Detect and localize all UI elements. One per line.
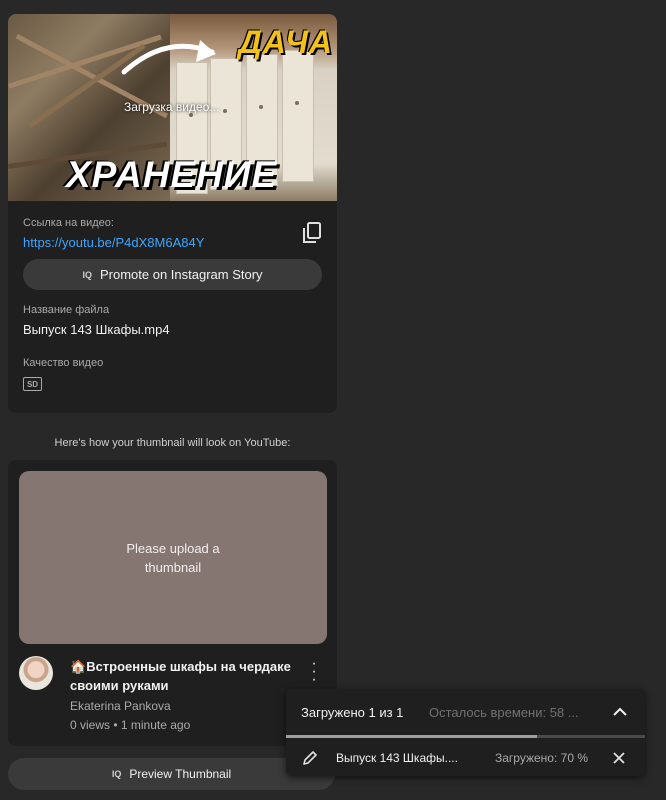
filename-value: Выпуск 143 Шкафы.mp4 — [23, 322, 170, 337]
thumbnail-placeholder: Please upload a thumbnail — [19, 471, 327, 644]
pencil-icon[interactable] — [302, 750, 318, 766]
video-title: 🏠Встроенные шкафы на чердаке своими рука… — [70, 657, 300, 695]
upload-progress-fill — [286, 735, 538, 738]
thumbnail-title-top: ДАЧА — [238, 24, 333, 60]
copy-icon[interactable] — [302, 222, 322, 244]
upload-count: Загружено 1 из 1 — [301, 705, 404, 720]
thumbnail-preview-caption: Here's how your thumbnail will look on Y… — [54, 437, 291, 449]
iq-icon: IQ — [111, 769, 122, 779]
preview-button-label: Preview Thumbnail — [129, 767, 232, 781]
promote-button-label: Promote on Instagram Story — [99, 267, 263, 282]
channel-name: Ekaterina Pankova — [70, 699, 171, 713]
avatar — [19, 656, 53, 690]
upload-progress-bar — [286, 735, 645, 738]
placeholder-text: Please upload a thumbnail — [126, 540, 220, 575]
video-link-label: Ссылка на видео: — [23, 217, 114, 229]
video-link[interactable]: https://youtu.be/P4dX8M6A84Y — [23, 235, 204, 250]
upload-status-overlay: Загрузка видео... — [124, 100, 220, 114]
quality-label: Качество видео — [23, 357, 104, 369]
video-title-text: Встроенные шкафы на чердаке своими рукам… — [70, 659, 291, 693]
upload-file-name: Выпуск 143 Шкафы.... — [336, 751, 458, 765]
promote-instagram-button[interactable]: IQ Promote on Instagram Story — [23, 259, 322, 290]
upload-status: Загружено: 70 % — [495, 751, 588, 765]
more-vert-icon[interactable]: · · · — [308, 656, 320, 688]
chevron-up-icon[interactable] — [611, 703, 629, 721]
time-remaining: Осталось времени: 58 ... — [429, 705, 579, 720]
sd-icon: SD — [23, 377, 42, 391]
video-meta: 0 views • 1 minute ago — [70, 718, 191, 732]
video-card: ДАЧА ХРАНЕНИЕ Загрузка видео... Ссылка н… — [8, 14, 337, 413]
house-icon: 🏠 — [70, 659, 87, 674]
upload-progress-panel: Загружено 1 из 1 Осталось времени: 58 ..… — [286, 689, 645, 776]
filename-label: Название файла — [23, 304, 110, 316]
arrow-icon — [121, 40, 216, 75]
video-thumbnail: ДАЧА ХРАНЕНИЕ Загрузка видео... — [8, 14, 337, 201]
thumbnail-title-bottom: ХРАНЕНИЕ — [66, 154, 278, 195]
iq-icon: IQ — [82, 269, 92, 280]
close-icon[interactable] — [612, 751, 626, 765]
